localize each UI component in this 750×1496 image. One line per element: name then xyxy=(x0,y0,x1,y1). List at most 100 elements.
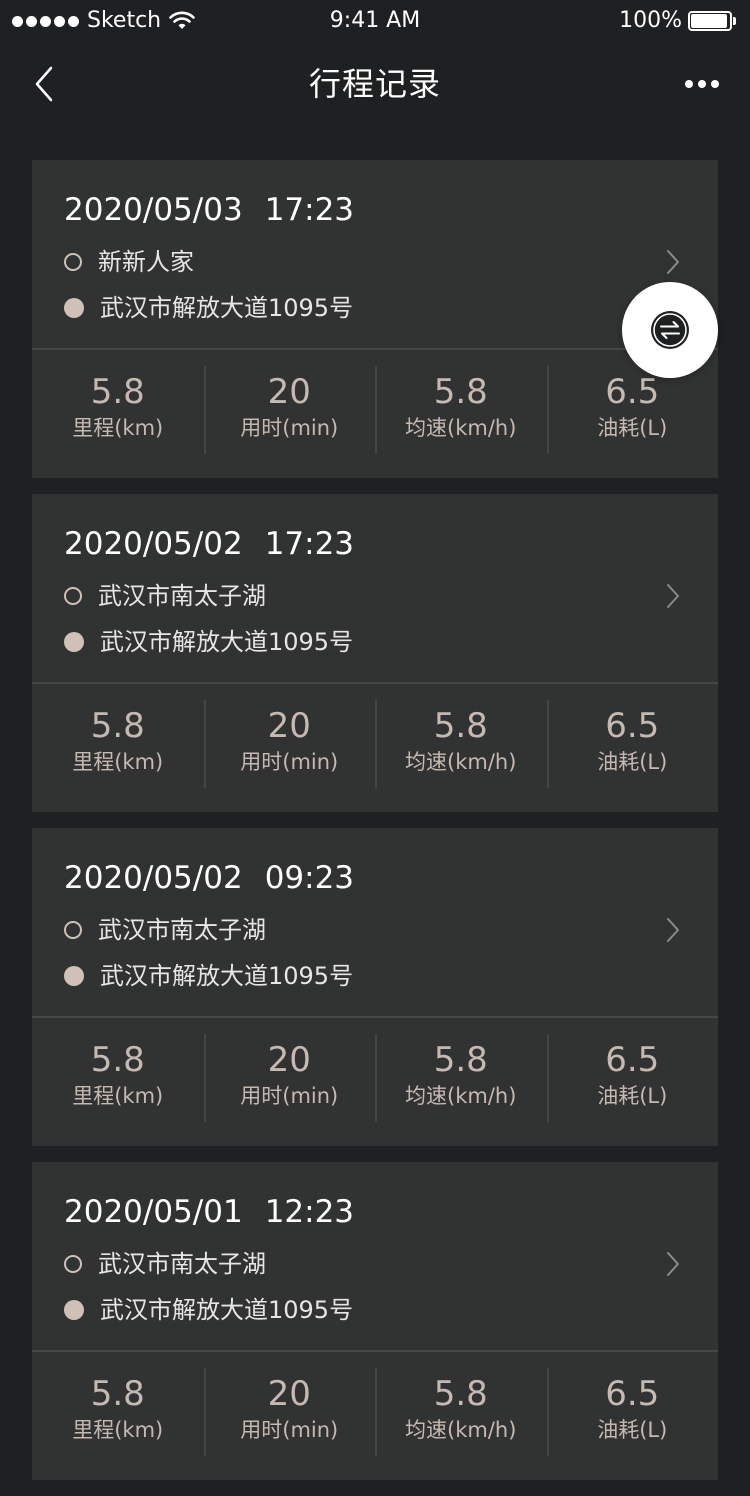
trip-stats: 5.8 里程(km) 20 用时(min) 5.8 均速(km/h) 6.5 油… xyxy=(32,1352,718,1480)
stat-value: 5.8 xyxy=(90,1374,145,1414)
more-dots-icon xyxy=(685,80,693,88)
stat-distance: 5.8 里程(km) xyxy=(32,684,204,812)
stat-value: 6.5 xyxy=(605,706,660,746)
battery-icon xyxy=(688,11,736,31)
stat-duration: 20 用时(min) xyxy=(203,1352,376,1480)
trip-stats: 5.8 里程(km) 20 用时(min) 5.8 均速(km/h) 6.5 油… xyxy=(32,350,718,478)
stat-label: 用时(min) xyxy=(240,1418,339,1442)
stat-label: 用时(min) xyxy=(240,750,339,774)
stat-distance: 5.8 里程(km) xyxy=(32,1352,204,1480)
start-point-icon xyxy=(64,587,82,605)
stat-value: 6.5 xyxy=(605,372,660,412)
start-location-row: 武汉市南太子湖 xyxy=(64,580,266,612)
stat-value: 6.5 xyxy=(605,1040,660,1080)
stat-label: 油耗(L) xyxy=(597,750,668,774)
stat-label: 油耗(L) xyxy=(597,416,668,440)
stat-speed: 5.8 均速(km/h) xyxy=(375,350,547,478)
stat-value: 6.5 xyxy=(605,1374,660,1414)
battery-percentage: 100% xyxy=(619,8,682,33)
stat-label: 用时(min) xyxy=(240,1084,339,1108)
end-location: 武汉市解放大道1095号 xyxy=(100,294,354,322)
nav-bar: 行程记录 xyxy=(0,40,750,128)
trip-datetime: 2020/05/01 12:23 xyxy=(64,1192,354,1232)
switch-view-button[interactable] xyxy=(622,282,718,378)
stat-value: 5.8 xyxy=(433,372,488,412)
trip-header: 2020/05/02 09:23 武汉市南太子湖 武汉市解放大道1095号 xyxy=(32,828,718,1016)
trip-stats: 5.8 里程(km) 20 用时(min) 5.8 均速(km/h) 6.5 油… xyxy=(32,684,718,812)
stat-speed: 5.8 均速(km/h) xyxy=(375,684,547,812)
page-title: 行程记录 xyxy=(308,65,441,103)
more-options-button[interactable] xyxy=(678,66,726,102)
stat-fuel: 6.5 油耗(L) xyxy=(546,684,719,812)
stat-speed: 5.8 均速(km/h) xyxy=(375,1352,547,1480)
trip-time: 09:23 xyxy=(264,860,355,896)
status-right: 100% xyxy=(619,6,736,36)
trip-time: 17:23 xyxy=(264,526,355,562)
chevron-right-icon[interactable] xyxy=(664,582,682,610)
end-location-row: 武汉市解放大道1095号 xyxy=(64,1294,353,1326)
stat-label: 油耗(L) xyxy=(597,1418,668,1442)
stat-speed: 5.8 均速(km/h) xyxy=(375,1018,547,1146)
trip-card[interactable]: 2020/05/01 12:23 武汉市南太子湖 武汉市解放大道1095号 5.8… xyxy=(32,1162,718,1480)
stat-label: 里程(km) xyxy=(72,750,164,774)
end-location-row: 武汉市解放大道1095号 xyxy=(64,960,353,992)
trip-datetime: 2020/05/02 17:23 xyxy=(64,524,354,564)
trip-header: 2020/05/02 17:23 武汉市南太子湖 武汉市解放大道1095号 xyxy=(32,494,718,682)
stat-duration: 20 用时(min) xyxy=(203,1018,376,1146)
trip-card[interactable]: 2020/05/02 17:23 武汉市南太子湖 武汉市解放大道1095号 5.8… xyxy=(32,494,718,812)
end-point-icon xyxy=(64,632,84,652)
stat-value: 5.8 xyxy=(90,1040,145,1080)
start-location: 武汉市南太子湖 xyxy=(98,582,266,610)
end-location-row: 武汉市解放大道1095号 xyxy=(64,626,353,658)
stat-value: 5.8 xyxy=(433,1040,488,1080)
end-location-row: 武汉市解放大道1095号 xyxy=(64,292,353,324)
trip-date: 2020/05/03 xyxy=(64,192,243,228)
end-point-icon xyxy=(64,298,84,318)
end-point-icon xyxy=(64,966,84,986)
stat-label: 里程(km) xyxy=(72,416,164,440)
stat-distance: 5.8 里程(km) xyxy=(32,1018,204,1146)
end-location: 武汉市解放大道1095号 xyxy=(100,1296,354,1324)
trip-datetime: 2020/05/03 17:23 xyxy=(64,190,354,230)
stat-duration: 20 用时(min) xyxy=(203,350,376,478)
trip-stats: 5.8 里程(km) 20 用时(min) 5.8 均速(km/h) 6.5 油… xyxy=(32,1018,718,1146)
trip-card[interactable]: 2020/05/03 17:23 新新人家 武汉市解放大道1095号 5.8 里程… xyxy=(32,160,718,478)
chevron-right-icon[interactable] xyxy=(664,1250,682,1278)
trip-header: 2020/05/01 12:23 武汉市南太子湖 武汉市解放大道1095号 xyxy=(32,1162,718,1350)
trip-datetime: 2020/05/02 09:23 xyxy=(64,858,354,898)
stat-label: 里程(km) xyxy=(72,1418,164,1442)
stat-value: 20 xyxy=(267,1374,311,1414)
status-bar: Sketch 9:41 AM 100% xyxy=(0,0,750,40)
start-point-icon xyxy=(64,921,82,939)
start-location: 武汉市南太子湖 xyxy=(98,916,266,944)
stat-fuel: 6.5 油耗(L) xyxy=(546,1018,719,1146)
trip-date: 2020/05/02 xyxy=(64,860,243,896)
end-location: 武汉市解放大道1095号 xyxy=(100,628,354,656)
trip-time: 17:23 xyxy=(264,192,355,228)
stat-value: 5.8 xyxy=(433,1374,488,1414)
stat-value: 5.8 xyxy=(90,706,145,746)
stat-distance: 5.8 里程(km) xyxy=(32,350,204,478)
start-location-row: 新新人家 xyxy=(64,246,194,278)
stat-fuel: 6.5 油耗(L) xyxy=(546,1352,719,1480)
trip-list: 2020/05/03 17:23 新新人家 武汉市解放大道1095号 5.8 里程… xyxy=(32,160,718,1496)
trip-date: 2020/05/02 xyxy=(64,526,243,562)
stat-label: 均速(km/h) xyxy=(405,1418,517,1442)
start-location: 武汉市南太子湖 xyxy=(98,1250,266,1278)
chevron-right-icon[interactable] xyxy=(664,916,682,944)
trip-time: 12:23 xyxy=(264,1194,355,1230)
start-location: 新新人家 xyxy=(98,248,194,276)
stat-label: 均速(km/h) xyxy=(405,416,517,440)
stat-label: 油耗(L) xyxy=(597,1084,668,1108)
stat-value: 5.8 xyxy=(90,372,145,412)
trip-date: 2020/05/01 xyxy=(64,1194,243,1230)
swap-arrows-icon xyxy=(651,311,689,349)
stat-label: 里程(km) xyxy=(72,1084,164,1108)
stat-label: 均速(km/h) xyxy=(405,750,517,774)
chevron-right-icon[interactable] xyxy=(664,248,682,276)
stat-value: 5.8 xyxy=(433,706,488,746)
trip-card[interactable]: 2020/05/02 09:23 武汉市南太子湖 武汉市解放大道1095号 5.8… xyxy=(32,828,718,1146)
start-location-row: 武汉市南太子湖 xyxy=(64,1248,266,1280)
stat-label: 用时(min) xyxy=(240,416,339,440)
start-point-icon xyxy=(64,1255,82,1273)
